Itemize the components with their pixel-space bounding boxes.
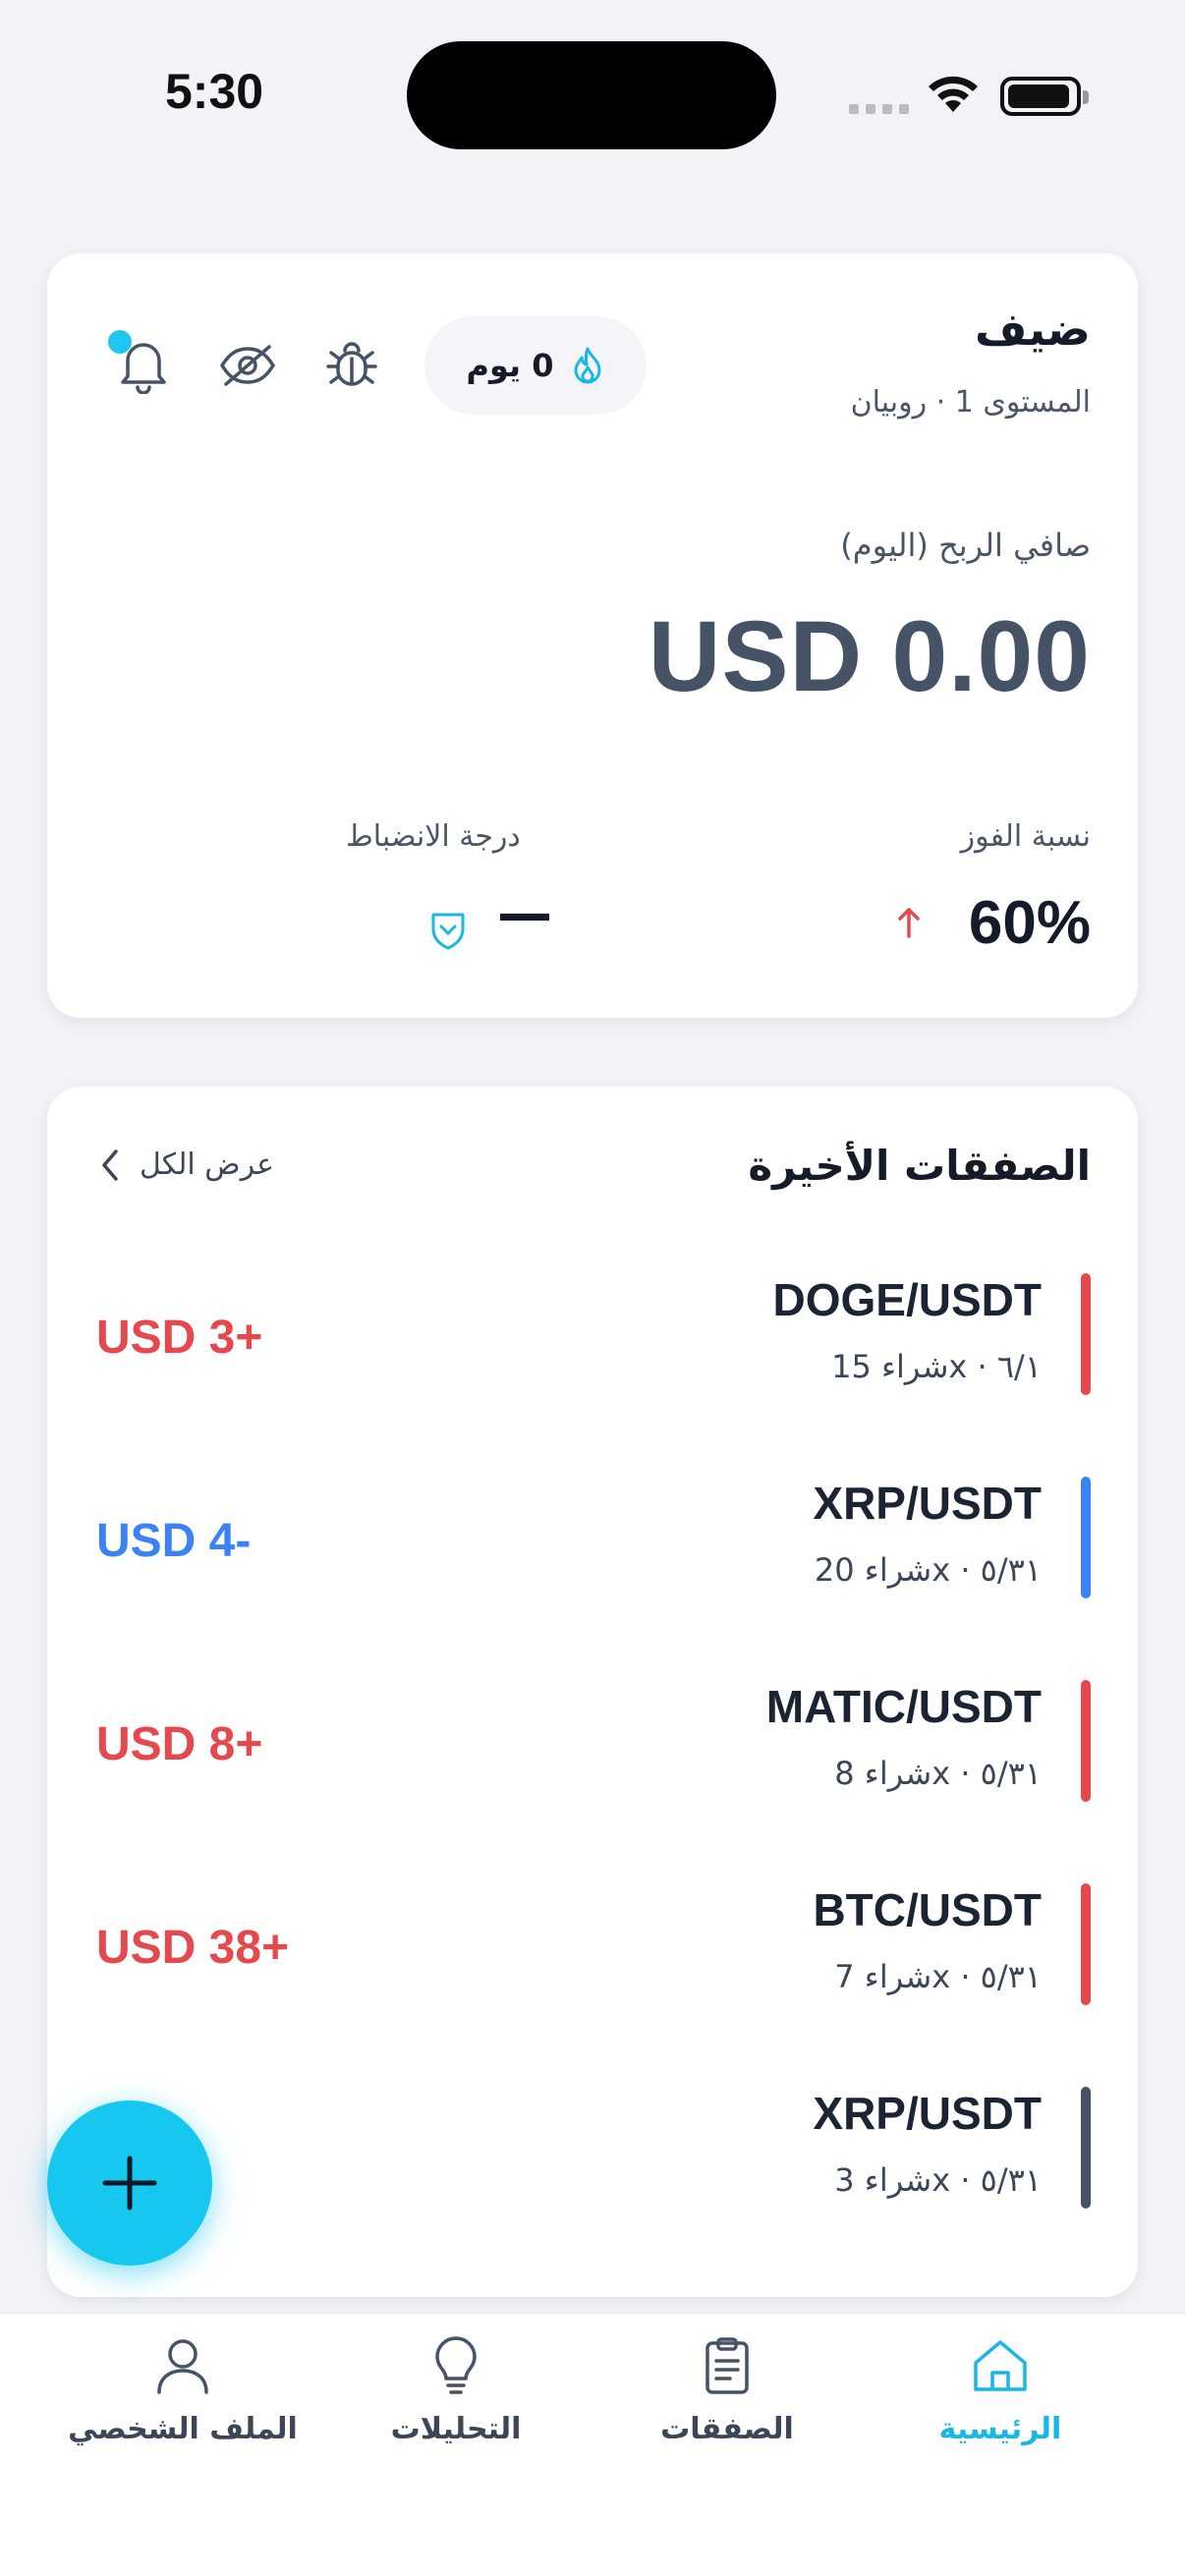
status-time: 5:30 <box>165 64 264 119</box>
recent-trades-title: الصفقات الأخيرة <box>748 1142 1091 1190</box>
recent-trades-card: الصفقات الأخيرة عرض الكل DOGE/USDT شراء … <box>47 1087 1138 2297</box>
notifications-button[interactable] <box>108 330 175 397</box>
trade-meta: شراء 15x · ٦/١ <box>831 1348 1042 1385</box>
arrow-up-icon <box>898 908 920 938</box>
view-all-label: عرض الكل <box>140 1148 275 1182</box>
user-name: ضيف <box>974 303 1091 356</box>
trade-status-bar <box>1081 1273 1091 1395</box>
plus-icon <box>102 2156 157 2211</box>
user-icon <box>157 2339 208 2394</box>
view-all-button[interactable]: عرض الكل <box>100 1148 274 1182</box>
trade-pnl: USD 8+ <box>96 1718 263 1770</box>
trade-status-bar <box>1081 2087 1091 2209</box>
streak-count: 0 يوم <box>466 347 554 384</box>
status-bar: 5:30 <box>0 0 1185 187</box>
tab-analytics-label: التحليلات <box>390 2412 522 2446</box>
trade-meta: شراء 8x · ٥/٣١ <box>834 1755 1042 1792</box>
win-rate-label: نسبة الفوز <box>960 819 1091 854</box>
bug-icon <box>326 342 377 386</box>
trade-pair: XRP/USDT <box>813 2088 1042 2139</box>
tab-analytics[interactable]: التحليلات <box>328 2335 584 2446</box>
win-rate-value: 60% <box>968 889 1091 957</box>
tab-trades-label: الصفقات <box>660 2412 794 2446</box>
trade-meta: شراء 7x · ٥/٣١ <box>834 1958 1042 1995</box>
tab-trades[interactable]: الصفقات <box>599 2335 855 2446</box>
trade-status-bar <box>1081 1680 1091 1802</box>
trade-meta: شراء 3x · ٥/٣١ <box>834 2161 1042 2199</box>
tab-profile[interactable]: الملف الشخصي <box>55 2335 310 2446</box>
trade-pnl: USD 4- <box>96 1515 252 1567</box>
discipline-value: — <box>497 882 552 946</box>
tab-profile-label: الملف الشخصي <box>68 2412 298 2446</box>
clipboard-icon <box>705 2337 749 2394</box>
tab-home-label: الرئيسية <box>938 2412 1062 2446</box>
trade-row[interactable]: DOGE/USDT شراء 15x · ٦/١ USD 3+ <box>47 1273 1138 1395</box>
bug-report-button[interactable] <box>320 334 383 397</box>
profit-label: صافي الربح (اليوم) <box>840 527 1091 564</box>
profit-value: USD 0.00 <box>648 600 1091 712</box>
trade-row[interactable]: MATIC/USDT شراء 8x · ٥/٣١ USD 8+ <box>47 1680 1138 1802</box>
trade-row[interactable]: XRP/USDT شراء 20x · ٥/٣١ USD 4- <box>47 1477 1138 1598</box>
trade-pnl: USD 38+ <box>96 1922 290 1974</box>
wifi-icon <box>929 76 978 112</box>
trade-meta: شراء 20x · ٥/٣١ <box>814 1551 1042 1589</box>
hide-balance-button[interactable] <box>216 334 279 397</box>
battery-icon <box>1000 77 1089 116</box>
summary-card: ضيف المستوى 1 · روبيان 0 يوم صافي الربح … <box>47 253 1138 1018</box>
home-icon <box>974 2340 1027 2391</box>
trade-pair: BTC/USDT <box>813 1884 1042 1935</box>
chevron-left-icon <box>102 1148 118 1181</box>
trade-row[interactable]: BTC/USDT شراء 7x · ٥/٣١ USD 38+ <box>47 1883 1138 2005</box>
tab-bar: الرئيسية الصفقات التحليلات الملف الشخصي <box>0 2313 1185 2576</box>
user-level: المستوى 1 · روبيان <box>850 385 1091 420</box>
trade-status-bar <box>1081 1477 1091 1598</box>
dynamic-island <box>407 41 776 149</box>
cellular-signal-icon <box>849 104 909 114</box>
lightbulb-icon <box>435 2336 477 2394</box>
tab-home[interactable]: الرئيسية <box>873 2335 1128 2446</box>
shield-icon <box>431 913 465 950</box>
streak-pill[interactable]: 0 يوم <box>424 316 647 415</box>
trade-pair: XRP/USDT <box>813 1478 1042 1529</box>
trade-pair: DOGE/USDT <box>772 1274 1042 1325</box>
trade-pnl: USD 3+ <box>96 1312 263 1364</box>
trade-status-bar <box>1081 1883 1091 2005</box>
add-trade-button[interactable] <box>47 2100 212 2266</box>
eye-off-icon <box>219 345 276 386</box>
discipline-label: درجة الانضباط <box>346 819 521 854</box>
trade-pair: MATIC/USDT <box>765 1681 1042 1732</box>
notification-dot <box>108 330 132 354</box>
fire-icon <box>571 346 604 385</box>
